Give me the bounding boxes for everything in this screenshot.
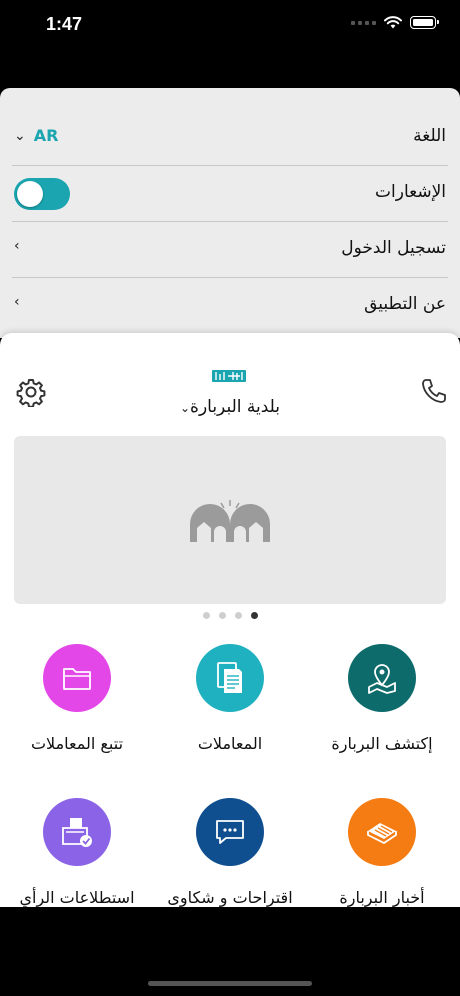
- discover-circle: [348, 644, 416, 712]
- signal-icon: [351, 20, 376, 25]
- chevron-down-icon: ⌄: [179, 401, 191, 415]
- tile-label: أخبار البربارة: [339, 888, 425, 907]
- settings-panel: اللغة ⌄ AR الإشعارات تسجيل الدخول ‹ عن ا…: [0, 88, 460, 338]
- language-row[interactable]: اللغة ⌄ AR: [12, 110, 448, 166]
- notifications-row: الإشعارات: [12, 166, 448, 222]
- municipality-name: بلدية البربارة: [190, 397, 281, 417]
- municipality-logo: [212, 370, 246, 382]
- track-circle: [43, 644, 111, 712]
- transactions-circle: [196, 644, 264, 712]
- login-label: تسجيل الدخول: [341, 238, 446, 258]
- carousel-dot-active[interactable]: [250, 612, 258, 619]
- tile-news[interactable]: أخبار البربارة: [307, 798, 457, 907]
- carousel-dots: [0, 612, 460, 619]
- placeholder-logo-icon: [190, 500, 270, 542]
- municipality-selector[interactable]: بلدية البربارة⌄: [0, 397, 460, 417]
- toggle-knob: [17, 181, 43, 207]
- tile-label: المعاملات: [197, 734, 263, 753]
- carousel-dot[interactable]: [202, 612, 210, 619]
- news-icon: [367, 823, 397, 844]
- login-row[interactable]: تسجيل الدخول ‹: [12, 222, 448, 278]
- tile-polls[interactable]: استطلاعات الرأي: [2, 798, 152, 907]
- tile-discover[interactable]: إكتشف البربارة: [307, 644, 457, 753]
- document-icon: [217, 662, 242, 693]
- tile-track-transactions[interactable]: تتبع المعاملات: [2, 644, 152, 753]
- tile-label: إكتشف البربارة: [331, 734, 433, 753]
- map-pin-icon: [368, 664, 396, 694]
- about-row[interactable]: عن التطبيق ‹: [12, 278, 448, 333]
- ballot-box-icon: [62, 818, 92, 847]
- tile-label: استطلاعات الرأي: [19, 888, 135, 907]
- wifi-icon: [384, 16, 402, 29]
- chevron-left-icon: ‹: [14, 238, 20, 254]
- notifications-toggle[interactable]: [14, 178, 70, 210]
- tile-transactions[interactable]: المعاملات: [155, 644, 305, 753]
- status-bar: 1:47: [0, 0, 460, 50]
- polls-circle: [43, 798, 111, 866]
- carousel-dot[interactable]: [234, 612, 242, 619]
- about-label: عن التطبيق: [364, 294, 446, 314]
- status-time: 1:47: [46, 14, 83, 34]
- language-value: AR: [33, 126, 59, 145]
- tile-label: تتبع المعاملات: [30, 734, 124, 753]
- language-selector[interactable]: ⌄ AR: [14, 126, 58, 145]
- suggestions-circle: [196, 798, 264, 866]
- home-indicator[interactable]: [148, 981, 312, 986]
- notifications-label: الإشعارات: [375, 182, 446, 202]
- chevron-left-icon: ‹: [14, 294, 20, 310]
- carousel-dot[interactable]: [218, 612, 226, 619]
- chevron-down-icon: ⌄: [14, 127, 26, 144]
- tile-label: اقتراحات و شكاوى: [167, 888, 293, 907]
- folder-icon: [63, 668, 91, 690]
- news-circle: [348, 798, 416, 866]
- tile-suggestions[interactable]: اقتراحات و شكاوى: [155, 798, 305, 907]
- main-sheet: بلدية البربارة⌄ إكتشف البربارة المعاملات…: [0, 333, 460, 907]
- chat-icon: [216, 820, 244, 844]
- battery-icon: [410, 16, 439, 29]
- carousel-banner[interactable]: [14, 436, 446, 604]
- status-icons: [351, 16, 439, 29]
- language-label: اللغة: [413, 126, 446, 146]
